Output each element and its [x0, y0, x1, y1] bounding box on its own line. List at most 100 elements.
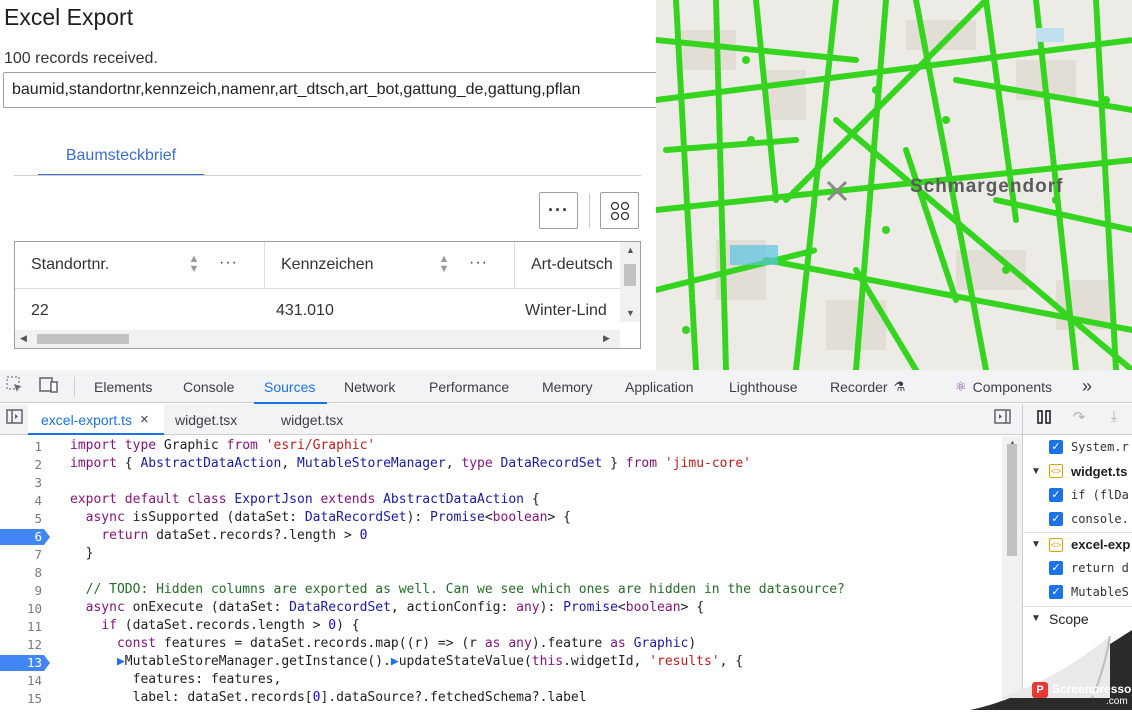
line-number[interactable]: 7: [0, 547, 42, 562]
scroll-right-arrow[interactable]: ▶: [603, 333, 610, 344]
toggle-navigator-icon[interactable]: [4, 408, 26, 430]
breakpoint-text: MutableS: [1071, 585, 1129, 599]
more-options-button[interactable]: ···: [539, 192, 578, 229]
table-cell: 22: [31, 302, 49, 319]
pause-icon[interactable]: [1033, 408, 1055, 430]
expand-triangle-icon[interactable]: ▼: [1031, 539, 1041, 550]
column-more-icon[interactable]: ···: [219, 254, 243, 272]
table-row[interactable]: 22 431.010 Winter-Lind: [15, 289, 620, 333]
checkbox-icon[interactable]: ✓: [1049, 585, 1063, 599]
scroll-thumb[interactable]: [624, 264, 636, 286]
code-line[interactable]: 9 // TODO: Hidden columns are exported a…: [0, 582, 1000, 600]
code-editor[interactable]: 1 import type Graphic from 'esri/Graphic'…: [0, 436, 1002, 710]
line-number[interactable]: 3: [0, 475, 42, 490]
line-number[interactable]: 15: [0, 691, 42, 706]
code-line[interactable]: 3: [0, 474, 1000, 492]
scroll-thumb[interactable]: [37, 334, 129, 344]
scroll-left-arrow[interactable]: ◀: [20, 333, 27, 344]
scope-section-header[interactable]: ▼ Scope: [1023, 606, 1132, 630]
breakpoint-entry[interactable]: ✓ return d: [1023, 556, 1132, 580]
layout-button[interactable]: [600, 192, 639, 229]
line-number[interactable]: 14: [0, 673, 42, 688]
line-number[interactable]: 6: [0, 529, 50, 544]
column-header[interactable]: Art-deutsch: [515, 242, 635, 288]
checkbox-icon[interactable]: ✓: [1049, 561, 1063, 575]
expand-triangle-icon[interactable]: ▼: [1031, 466, 1041, 477]
line-number[interactable]: 8: [0, 565, 42, 580]
tab-sources[interactable]: Sources: [253, 370, 328, 404]
tab-application[interactable]: Application: [625, 370, 694, 403]
checkbox-icon[interactable]: ✓: [1049, 440, 1063, 454]
sort-icon[interactable]: ▲ ▼: [187, 254, 201, 275]
tab-recorder[interactable]: Recorder ⚗: [830, 370, 905, 403]
line-number[interactable]: 11: [0, 619, 42, 634]
line-number[interactable]: 2: [0, 457, 42, 472]
table-vertical-scrollbar[interactable]: ▲ ▼: [620, 242, 640, 322]
column-header-label: Standortnr.: [31, 256, 110, 273]
code-line[interactable]: 12 const features = dataSet.records.map(…: [0, 636, 1000, 654]
code-line[interactable]: 5 async isSupported (dataSet: DataRecord…: [0, 510, 1000, 528]
tab-performance[interactable]: Performance: [429, 370, 509, 403]
tab-components[interactable]: ⚛ Components: [955, 370, 1052, 403]
sort-icon[interactable]: ▲ ▼: [437, 254, 451, 275]
line-number[interactable]: 10: [0, 601, 42, 616]
csv-header-field[interactable]: baumid,standortnr,kennzeich,namenr,art_d…: [3, 72, 663, 108]
breakpoint-entry[interactable]: ✓ System.r: [1023, 435, 1132, 459]
code-line[interactable]: 13 ▶MutableStoreManager.getInstance().▶u…: [0, 654, 1000, 672]
code-line[interactable]: 6 return dataSet.records?.length > 0: [0, 528, 1000, 546]
code-line[interactable]: 7 }: [0, 546, 1000, 564]
tab-elements[interactable]: Elements: [94, 370, 152, 403]
data-table: Standortnr. ▲ ▼ ··· Kennzeichen ▲ ▼ ··· Ar…: [14, 241, 641, 349]
breakpoint-file[interactable]: ▼ <> excel-exp: [1023, 532, 1132, 556]
breakpoint-file[interactable]: ▼ <> widget.ts: [1023, 459, 1132, 483]
code-line[interactable]: 8: [0, 564, 1000, 582]
code-line[interactable]: 4 export default class ExportJson extends…: [0, 492, 1000, 510]
grid-icon: [610, 201, 629, 220]
line-number[interactable]: 12: [0, 637, 42, 652]
more-icon: ···: [548, 200, 569, 220]
breakpoint-entry[interactable]: ✓ if (flDa: [1023, 483, 1132, 507]
column-more-icon[interactable]: ···: [469, 254, 493, 272]
code-line[interactable]: 2 import { AbstractDataAction, MutableSto…: [0, 456, 1000, 474]
code-line[interactable]: 1 import type Graphic from 'esri/Graphic': [0, 438, 1000, 456]
watermark-brand: Screenpresso: [1052, 682, 1132, 696]
scroll-down-arrow[interactable]: ▼: [626, 308, 635, 318]
line-number[interactable]: 4: [0, 493, 42, 508]
line-number[interactable]: 1: [0, 439, 42, 454]
device-toolbar-icon[interactable]: [38, 376, 60, 398]
toggle-debugger-icon[interactable]: [992, 408, 1014, 430]
column-header[interactable]: Standortnr. ▲ ▼ ···: [15, 242, 265, 288]
close-icon[interactable]: ×: [140, 411, 149, 428]
checkbox-icon[interactable]: ✓: [1049, 512, 1063, 526]
code-line[interactable]: 14 features: features,: [0, 672, 1000, 690]
checkbox-icon[interactable]: ✓: [1049, 488, 1063, 502]
file-tab-widget[interactable]: widget.tsx: [281, 404, 343, 435]
inspect-element-icon[interactable]: [4, 376, 26, 398]
breakpoint-entry[interactable]: ✓ console.: [1023, 507, 1132, 531]
line-number[interactable]: 9: [0, 583, 42, 598]
tab-memory[interactable]: Memory: [542, 370, 593, 403]
tab-network[interactable]: Network: [344, 370, 395, 403]
file-tab-widget[interactable]: widget.tsx: [175, 404, 237, 435]
more-tabs-icon[interactable]: »: [1082, 370, 1092, 403]
tree-map[interactable]: Schmargendorf: [656, 0, 1132, 370]
tab-lighthouse[interactable]: Lighthouse: [729, 370, 798, 403]
scroll-thumb[interactable]: [1007, 444, 1017, 556]
tab-baumsteckbrief[interactable]: Baumsteckbrief: [38, 146, 204, 176]
file-tab-excel-export[interactable]: excel-export.ts ×: [41, 404, 149, 435]
breakpoint-file-name: widget.ts: [1071, 463, 1128, 479]
line-number[interactable]: 5: [0, 511, 42, 526]
react-icon: ⚛: [955, 378, 967, 394]
code-line[interactable]: 15 label: dataSet.records[0].dataSource?…: [0, 690, 1000, 708]
breakpoint-entry[interactable]: ✓ MutableS: [1023, 580, 1132, 604]
table-horizontal-scrollbar[interactable]: ◀ ▶: [15, 330, 620, 348]
tab-console[interactable]: Console: [183, 370, 234, 403]
expand-triangle-icon[interactable]: ▼: [1031, 613, 1041, 624]
scroll-up-arrow[interactable]: ▲: [626, 245, 635, 255]
step-into-icon[interactable]: ⤓: [1103, 408, 1125, 430]
code-line[interactable]: 11 if (dataSet.records.length > 0) {: [0, 618, 1000, 636]
step-over-icon[interactable]: ↷: [1068, 408, 1090, 430]
column-header[interactable]: Kennzeichen ▲ ▼ ···: [265, 242, 515, 288]
code-line[interactable]: 10 async onExecute (dataSet: DataRecordS…: [0, 600, 1000, 618]
line-number[interactable]: 13: [0, 655, 50, 670]
